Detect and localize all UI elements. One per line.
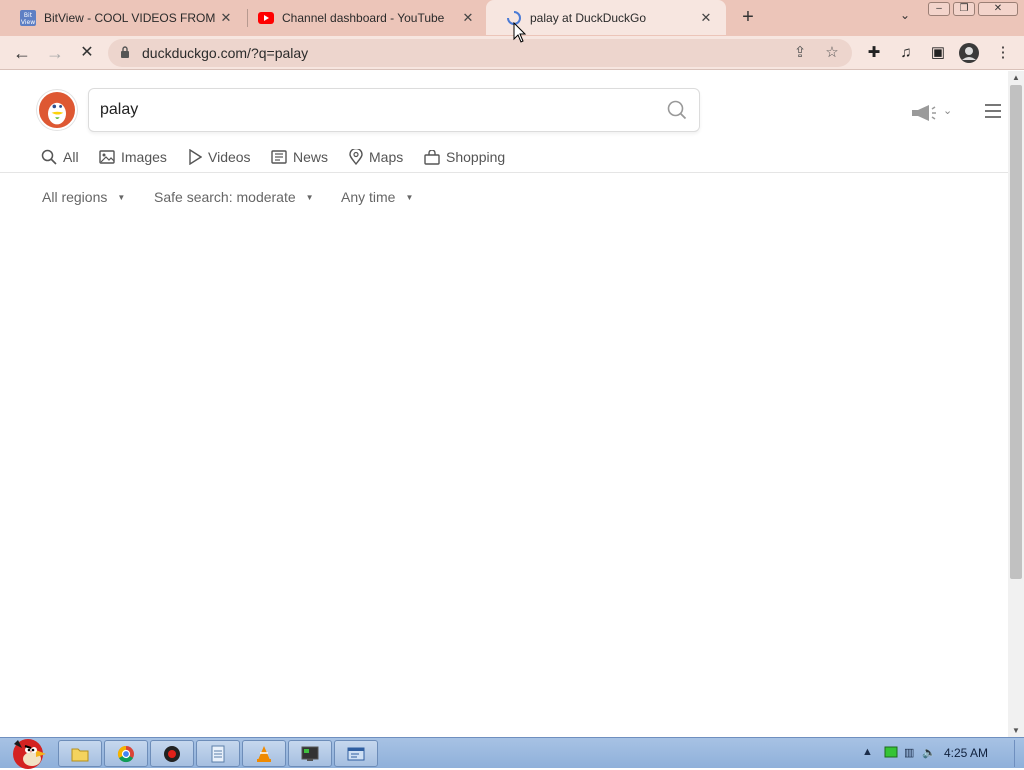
tab-images[interactable]: Images [99,145,167,169]
star-icon[interactable]: ☆ [822,43,842,63]
search-icon [41,149,57,165]
region-filter[interactable]: All regions ▼ [42,189,125,205]
close-icon[interactable]: ✕ [216,10,236,26]
tab-all[interactable]: All [41,145,79,169]
search-results-page: palay ⌄ All Images Videos News Maps Shop… [0,71,1008,737]
tab-label: Maps [369,149,404,165]
angry-bird-start-icon[interactable] [4,730,50,770]
tab-news[interactable]: News [271,145,328,169]
browser-toolbar: ← → ✕ duckduckgo.com/?q=palay ⇪ ☆ ✚ ♫ ▣ … [0,36,1024,70]
filter-label: Safe search: moderate [154,189,296,205]
tab-label: Shopping [446,149,506,165]
close-icon[interactable]: ✕ [458,10,478,26]
scrollbar-thumb[interactable] [1010,85,1022,579]
search-input[interactable]: palay [88,88,700,132]
caret-down-icon: ▼ [117,192,126,202]
file-explorer-icon[interactable] [58,740,102,767]
tab-label: Images [121,149,167,165]
time-filter[interactable]: Any time ▼ [341,189,413,205]
media-control-icon[interactable]: ♫ [895,42,917,64]
tab-title: BitView - COOL VIDEOS FROM [44,10,216,25]
tab-title: Channel dashboard - YouTube [282,10,445,25]
taskbar: ▲ ▥ 🔈 4:25 AM [0,737,1024,769]
filter-label: Any time [341,189,396,205]
vlc-icon[interactable] [242,740,286,767]
chrome-icon[interactable] [104,740,148,767]
profile-avatar[interactable] [958,42,980,64]
share-icon[interactable]: ⇪ [790,43,810,63]
tab-title: palay at DuckDuckGo [530,10,647,25]
show-hidden-icons[interactable]: ▲ [862,746,873,758]
safe-search-filter[interactable]: Safe search: moderate ▼ [154,189,314,205]
forward-arrow-icon[interactable]: → [44,42,66,64]
tab-youtube[interactable]: Channel dashboard - YouTube ✕ [238,0,488,35]
hamburger-menu-icon[interactable] [985,104,1001,118]
mouse-cursor-icon [513,22,527,43]
svg-text:Bit: Bit [24,12,33,19]
image-icon [99,150,115,164]
search-icon[interactable] [667,100,687,120]
tab-label: News [293,149,329,165]
address-bar[interactable]: duckduckgo.com/?q=palay ⇪ ☆ [108,39,852,67]
search-filters: All regions ▼ Safe search: moderate ▼ An… [0,187,1008,211]
close-window-button[interactable]: ✕ [978,2,1018,16]
show-desktop-button[interactable] [1014,740,1022,767]
play-icon [189,149,202,165]
volume-icon[interactable]: 🔈 [922,746,936,759]
close-icon[interactable]: ✕ [696,10,716,26]
search-category-tabs: All Images Videos News Maps Shopping [0,141,1008,173]
new-tab-button[interactable]: + [737,6,759,28]
tab-strip: Bit View BitView - COOL VIDEOS FROM ✕ Ch… [0,0,1024,36]
side-panel-icon[interactable]: ▣ [927,42,949,64]
kebab-menu-icon[interactable]: ⋮ [992,42,1014,64]
extensions-puzzle-icon[interactable]: ✚ [863,42,885,64]
tab-videos[interactable]: Videos [188,145,251,169]
record-icon[interactable] [150,740,194,767]
youtube-icon [258,11,274,24]
tab-label: Videos [208,149,251,165]
megaphone-icon[interactable] [911,104,937,122]
window-icon[interactable] [334,740,378,767]
notepad-icon[interactable] [196,740,240,767]
network-icon[interactable]: ▥ [904,746,914,759]
tab-maps[interactable]: Maps [349,145,403,169]
newspaper-icon [271,150,287,164]
chevron-down-icon[interactable]: ⌄ [943,104,955,118]
duckduckgo-logo[interactable] [37,90,77,130]
lock-icon [121,46,129,58]
vertical-scrollbar[interactable]: ▲ ▼ [1008,71,1024,737]
tab-bitview[interactable]: Bit View BitView - COOL VIDEOS FROM ✕ [0,0,246,35]
tab-shopping[interactable]: Shopping [424,145,505,169]
battery-icon[interactable] [884,746,898,761]
svg-text:View: View [21,19,35,26]
scroll-up-icon[interactable]: ▲ [1012,73,1020,82]
caret-down-icon: ▼ [305,192,314,202]
shopping-bag-icon [424,149,440,165]
address-text: duckduckgo.com/?q=palay [142,45,309,61]
restore-button[interactable]: ❐ [953,2,975,16]
terminal-icon[interactable] [288,740,332,767]
filter-label: All regions [42,189,108,205]
search-query: palay [100,101,139,118]
taskbar-clock[interactable]: 4:25 AM [944,746,988,760]
stop-loading-icon[interactable]: ✕ [76,42,98,64]
bitview-icon: Bit View [20,9,36,26]
chevron-down-icon[interactable]: ⌄ [896,8,914,26]
tab-label: All [63,149,79,165]
minimize-button[interactable]: – [928,2,950,16]
map-pin-icon [349,149,363,165]
scroll-down-icon[interactable]: ▼ [1012,726,1020,735]
back-arrow-icon[interactable]: ← [11,42,33,64]
caret-down-icon: ▼ [405,192,414,202]
